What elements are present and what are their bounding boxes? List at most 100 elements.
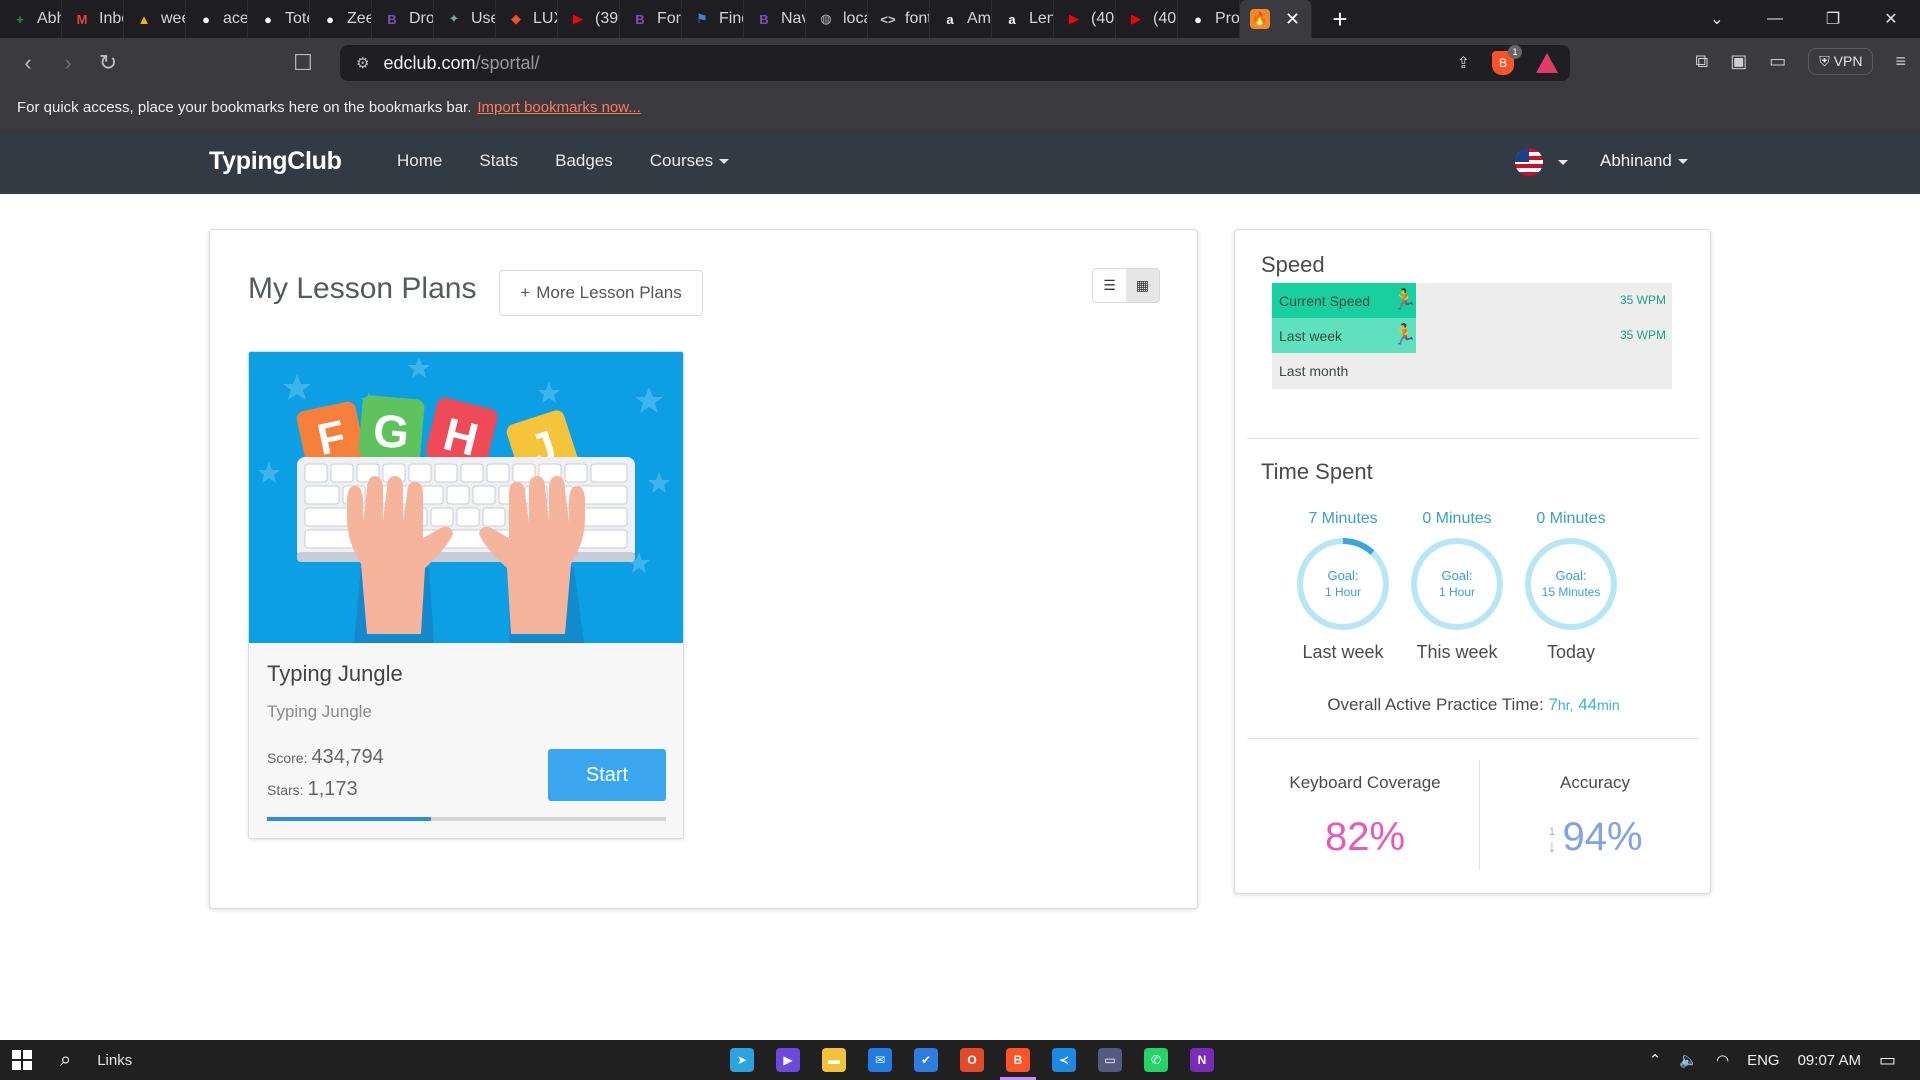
file-explorer-icon[interactable]: ▬ bbox=[822, 1048, 846, 1072]
mail-icon[interactable]: ✉ bbox=[868, 1048, 892, 1072]
todo-icon[interactable]: ✔ bbox=[914, 1048, 938, 1072]
user-menu[interactable]: Abhinand bbox=[1600, 151, 1688, 171]
nav-courses[interactable]: Courses bbox=[650, 151, 730, 171]
search-icon[interactable]: ⌕ bbox=[60, 1049, 71, 1072]
brave-rewards-icon[interactable] bbox=[1536, 53, 1558, 73]
clock[interactable]: 09:07 AM bbox=[1798, 1052, 1861, 1069]
more-lesson-plans-button[interactable]: + More Lesson Plans bbox=[499, 270, 703, 316]
nav-badges[interactable]: Badges bbox=[555, 151, 613, 171]
browser-tab[interactable]: ◍ loca bbox=[806, 0, 868, 38]
time-divider bbox=[1247, 738, 1699, 739]
brave-shields-icon[interactable]: B1 bbox=[1492, 45, 1522, 75]
us-flag-icon[interactable] bbox=[1515, 148, 1543, 176]
wallet-icon[interactable]: ▭ bbox=[1769, 51, 1786, 72]
office-icon[interactable]: O bbox=[960, 1048, 984, 1072]
wifi-icon[interactable]: ◠ bbox=[1716, 1051, 1729, 1069]
browser-tab[interactable]: ● Zee( bbox=[310, 0, 372, 38]
sidebar-icon[interactable]: ▣ bbox=[1730, 51, 1747, 72]
user-chevron-down-icon bbox=[1677, 159, 1688, 165]
list-view-icon[interactable]: ☰ bbox=[1093, 269, 1126, 302]
browser-tab[interactable]: ▶ (401 bbox=[1116, 0, 1178, 38]
accuracy-line: 1 ↓ 94% bbox=[1480, 815, 1710, 860]
score-label: Score: bbox=[267, 750, 308, 766]
reload-icon[interactable]: ↻ bbox=[88, 50, 128, 76]
tab-search-icon[interactable]: ⌄ bbox=[1688, 9, 1746, 29]
browser-tab[interactable]: ▶ (399 bbox=[558, 0, 620, 38]
speed-row-label: Last month bbox=[1279, 363, 1349, 379]
browser-tab[interactable]: ● acec bbox=[186, 0, 248, 38]
goal-ring-center: Goal: 1 Hour bbox=[1303, 544, 1383, 624]
browser-tab[interactable]: <> font bbox=[868, 0, 930, 38]
nav-home[interactable]: Home bbox=[397, 151, 442, 171]
site-settings-icon[interactable]: ⚙ bbox=[356, 54, 369, 72]
back-icon[interactable]: ‹ bbox=[8, 50, 48, 76]
grid-view-icon[interactable]: ▦ bbox=[1126, 269, 1159, 302]
tab-active-typingclub[interactable]: 🔥 ✕ bbox=[1240, 0, 1312, 38]
new-tab-button[interactable]: + bbox=[1312, 4, 1368, 35]
tab-title: Find bbox=[719, 10, 743, 27]
onenote-icon[interactable]: N bbox=[1190, 1048, 1214, 1072]
bookmark-icon[interactable]: ☐ bbox=[283, 50, 323, 76]
browser-tab[interactable]: ⚑ Find bbox=[682, 0, 744, 38]
browser-tab[interactable]: a Lenc bbox=[992, 0, 1054, 38]
terminal-icon[interactable]: ▭ bbox=[1098, 1048, 1122, 1072]
telegram-icon[interactable]: ➤ bbox=[730, 1048, 754, 1072]
chevron-up-icon[interactable]: ⌃ bbox=[1649, 1051, 1662, 1069]
language-indicator[interactable]: ENG bbox=[1747, 1052, 1780, 1069]
shields-count: 1 bbox=[1508, 45, 1522, 59]
tab-title: LUXI bbox=[533, 10, 557, 27]
github-icon: ● bbox=[326, 11, 334, 27]
stats-panel: Speed 🏃 Current Speed 35 WPM 🏃 Last week 35 W… bbox=[1234, 229, 1711, 894]
address-bar[interactable]: ⚙ edclub.com/sportal/ ⇪ B1 bbox=[340, 45, 1570, 81]
sheets-icon: + bbox=[16, 11, 24, 27]
forward-icon[interactable]: › bbox=[48, 50, 88, 76]
share-icon[interactable]: ⇪ bbox=[1457, 53, 1470, 73]
vpn-button[interactable]: ⛨ VPN bbox=[1808, 48, 1874, 75]
accuracy-title: Accuracy bbox=[1560, 773, 1630, 792]
extensions-icon[interactable]: ⧉ bbox=[1695, 51, 1708, 72]
restore-icon[interactable]: ❐ bbox=[1804, 9, 1862, 29]
browser-tab[interactable]: B Drop bbox=[372, 0, 434, 38]
import-bookmarks-link[interactable]: Import bookmarks now... bbox=[477, 99, 640, 116]
browser-tab[interactable]: ◆ LUXI bbox=[496, 0, 558, 38]
browser-tab[interactable]: ● Tote bbox=[248, 0, 310, 38]
browser-tab[interactable]: + Abhi bbox=[0, 0, 62, 38]
browser-tab[interactable]: ▶ (401 bbox=[1054, 0, 1116, 38]
tab-title: Lenc bbox=[1029, 10, 1053, 27]
goal-ring-center: Goal: 1 Hour bbox=[1417, 544, 1497, 624]
brand-logo[interactable]: TypingClub bbox=[209, 147, 342, 176]
browser-tab[interactable]: M Inbo bbox=[62, 0, 124, 38]
browser-tab[interactable]: B Navi bbox=[744, 0, 806, 38]
meet-icon[interactable]: ▶ bbox=[776, 1048, 800, 1072]
vscode-icon[interactable]: ≺ bbox=[1052, 1048, 1076, 1072]
overall-practice-time: Overall Active Practice Time: 7hr, 44min bbox=[1235, 695, 1712, 715]
tab-title: Abhi bbox=[37, 10, 61, 27]
browser-tab[interactable]: ● Prod bbox=[1178, 0, 1240, 38]
nav-stats[interactable]: Stats bbox=[479, 151, 518, 171]
youtube-icon: ▶ bbox=[573, 11, 583, 26]
github-icon: ● bbox=[264, 11, 272, 27]
minimize-icon[interactable]: — bbox=[1746, 10, 1804, 28]
browser-tab[interactable]: ✦ User bbox=[434, 0, 496, 38]
lesson-card[interactable]: F G H J Typing Jungle Typing Jungle Scor… bbox=[248, 351, 684, 839]
volume-icon[interactable]: 🔈 bbox=[1679, 1051, 1698, 1069]
lesson-progress-bar bbox=[267, 817, 666, 821]
start-button[interactable]: Start bbox=[548, 749, 666, 801]
plus-icon: + bbox=[520, 283, 531, 302]
lesson-card-title: Typing Jungle bbox=[267, 661, 403, 686]
menu-icon[interactable]: ≡ bbox=[1895, 51, 1906, 72]
browser-tab[interactable]: ▲ weel bbox=[124, 0, 186, 38]
brave-icon[interactable]: B bbox=[1000, 1048, 1036, 1080]
amazon-icon: a bbox=[946, 11, 954, 27]
close-window-icon[interactable]: ✕ bbox=[1862, 9, 1920, 29]
close-tab-icon[interactable]: ✕ bbox=[1285, 9, 1300, 30]
keyboard-hands-illustration: F G H J bbox=[249, 352, 683, 643]
keyboard-coverage-value: 82% bbox=[1324, 815, 1406, 859]
windows-start-icon[interactable] bbox=[12, 1050, 32, 1070]
whatsapp-icon[interactable]: ✆ bbox=[1144, 1048, 1168, 1072]
links-toolbar[interactable]: Links bbox=[97, 1052, 132, 1069]
browser-tab[interactable]: a Ama bbox=[930, 0, 992, 38]
browser-tab[interactable]: B Form bbox=[620, 0, 682, 38]
language-chevron-down-icon[interactable] bbox=[1558, 160, 1568, 165]
notifications-icon[interactable]: ▭ bbox=[1879, 1050, 1896, 1071]
